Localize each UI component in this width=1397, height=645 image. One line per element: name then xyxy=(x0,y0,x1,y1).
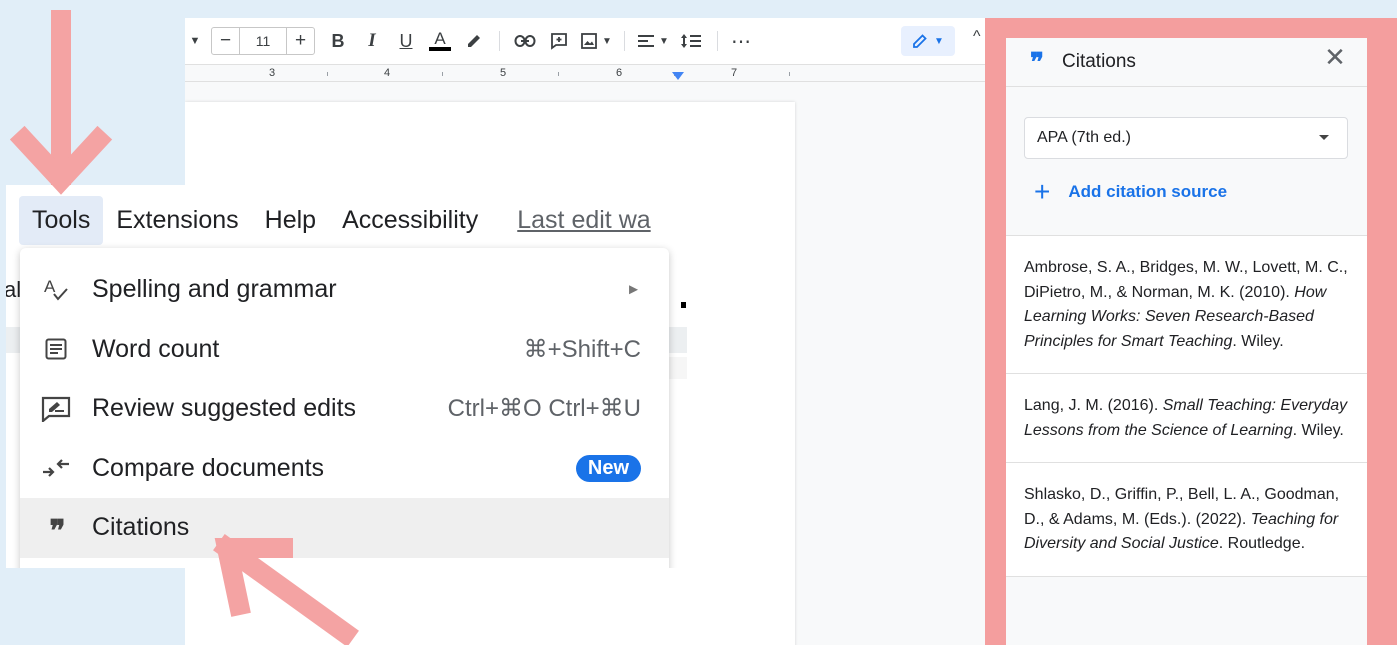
text-color-icon[interactable]: A xyxy=(423,26,457,56)
citations-sidebar: ❞ Citations ✕ APA (7th ed.) + Add citati… xyxy=(1006,38,1367,645)
background-ruler-fragment xyxy=(669,327,687,353)
review-edits-icon xyxy=(20,396,92,422)
new-badge: New xyxy=(575,454,641,482)
line-spacing-icon[interactable] xyxy=(673,26,709,56)
ruler-tick xyxy=(558,72,559,76)
add-citation-source-button[interactable]: + Add citation source xyxy=(1034,178,1227,206)
last-edit-link[interactable]: Last edit wa xyxy=(517,206,650,235)
compare-documents-icon xyxy=(20,455,92,481)
text-cursor xyxy=(681,302,686,308)
menu-item-label: Citations xyxy=(92,513,190,542)
word-count-icon xyxy=(20,337,92,361)
align-left-icon[interactable]: ▼ xyxy=(633,26,673,56)
citation-publisher: . Routledge. xyxy=(1218,535,1306,552)
insert-link-icon[interactable] xyxy=(508,26,542,56)
ruler-number: 4 xyxy=(384,67,391,79)
add-comment-icon[interactable] xyxy=(542,26,576,56)
up-left-arrow-annotation xyxy=(213,534,359,645)
keyboard-shortcut: ⌘+Shift+C xyxy=(523,335,641,363)
citation-entry[interactable]: Ambrose, S. A., Bridges, M. W., Lovett, … xyxy=(1006,236,1367,374)
toolbar-divider xyxy=(717,31,718,51)
quote-icon: ❞ xyxy=(49,514,65,548)
menu-item-compare-documents[interactable]: Compare documents New xyxy=(20,439,669,499)
font-size-input[interactable]: 11 xyxy=(239,28,287,54)
ruler-number: 3 xyxy=(269,67,276,79)
menu-extensions[interactable]: Extensions xyxy=(103,196,251,245)
citation-entry[interactable]: Shlasko, D., Griffin, P., Bell, L. A., G… xyxy=(1006,463,1367,577)
plus-icon: + xyxy=(1034,176,1051,207)
ruler-number: 5 xyxy=(500,67,507,79)
close-icon[interactable]: ✕ xyxy=(1324,42,1346,73)
underline-icon[interactable]: U xyxy=(389,26,423,56)
editing-mode-button[interactable]: ▼ xyxy=(901,26,955,56)
citation-publisher: . Wiley. xyxy=(1292,421,1344,439)
insert-image-icon[interactable]: ▼ xyxy=(576,26,616,56)
horizontal-ruler: 3 4 5 6 7 xyxy=(185,64,985,82)
ruler-tick xyxy=(789,72,790,76)
decrease-font-size-button[interactable]: − xyxy=(212,28,239,54)
document-text-fragment: al xyxy=(6,277,22,302)
increase-font-size-button[interactable]: + xyxy=(287,28,314,54)
formatting-toolbar: ▼ − 11 + B I U A ▼ ▼ ⋯ ▼ ^ xyxy=(185,18,985,64)
italic-icon[interactable]: I xyxy=(355,26,389,56)
font-size-control: − 11 + xyxy=(211,27,315,55)
tools-dropdown-menu: A Spelling and grammar ► Word count ⌘+Sh… xyxy=(20,248,669,568)
toolbar-divider xyxy=(624,31,625,51)
citation-style-select[interactable]: APA (7th ed.) xyxy=(1024,117,1348,159)
citation-authors: Lang, J. M. (2016). xyxy=(1024,397,1163,414)
citation-publisher: . Wiley. xyxy=(1232,332,1284,350)
toolbar-divider xyxy=(499,31,500,51)
menu-bar: Tools Extensions Help Accessibility Last… xyxy=(6,185,687,255)
menu-help[interactable]: Help xyxy=(252,196,329,245)
svg-text:A: A xyxy=(44,277,56,296)
submenu-arrow-icon: ► xyxy=(626,281,641,299)
ruler-tick xyxy=(327,72,328,76)
menu-accessibility[interactable]: Accessibility xyxy=(329,196,491,245)
citation-list: Ambrose, S. A., Bridges, M. W., Lovett, … xyxy=(1006,235,1367,577)
chevron-down-icon: ▼ xyxy=(934,35,944,47)
quote-icon: ❞ xyxy=(1030,47,1044,77)
bold-icon[interactable]: B xyxy=(321,26,355,56)
collapse-toolbar-icon[interactable]: ^ xyxy=(973,28,981,46)
ruler-number: 6 xyxy=(616,67,623,79)
ruler-tick xyxy=(442,72,443,76)
spellcheck-icon: A xyxy=(20,276,92,304)
chevron-down-icon xyxy=(1319,135,1329,140)
menu-item-word-count[interactable]: Word count ⌘+Shift+C xyxy=(20,320,669,380)
keyboard-shortcut: Ctrl+⌘O Ctrl+⌘U xyxy=(447,395,641,423)
citation-style-value: APA (7th ed.) xyxy=(1037,129,1131,146)
menu-item-review-suggested-edits[interactable]: Review suggested edits Ctrl+⌘O Ctrl+⌘U xyxy=(20,379,669,439)
ruler-number: 7 xyxy=(731,67,738,79)
down-arrow-annotation xyxy=(10,10,113,195)
add-citation-source-label: Add citation source xyxy=(1068,182,1228,201)
right-indent-marker[interactable] xyxy=(672,72,684,80)
citations-title: Citations xyxy=(1062,51,1136,72)
citations-panel-highlight-frame: ❞ Citations ✕ APA (7th ed.) + Add citati… xyxy=(985,18,1397,645)
font-dropdown-caret[interactable]: ▼ xyxy=(185,26,205,56)
more-options-icon[interactable]: ⋯ xyxy=(726,26,756,56)
background-ruler-fragment xyxy=(669,357,687,379)
tools-menu-screenshot: Tools Extensions Help Accessibility Last… xyxy=(6,185,687,568)
menu-item-spelling-and-grammar[interactable]: A Spelling and grammar ► xyxy=(20,260,669,320)
citation-entry[interactable]: Lang, J. M. (2016). Small Teaching: Ever… xyxy=(1006,374,1367,463)
pencil-icon xyxy=(913,34,927,48)
citations-header: ❞ Citations ✕ xyxy=(1006,38,1367,87)
menu-tools[interactable]: Tools xyxy=(19,195,104,245)
menu-item-label: Spelling and grammar xyxy=(92,275,337,304)
highlight-color-icon[interactable] xyxy=(457,26,491,56)
